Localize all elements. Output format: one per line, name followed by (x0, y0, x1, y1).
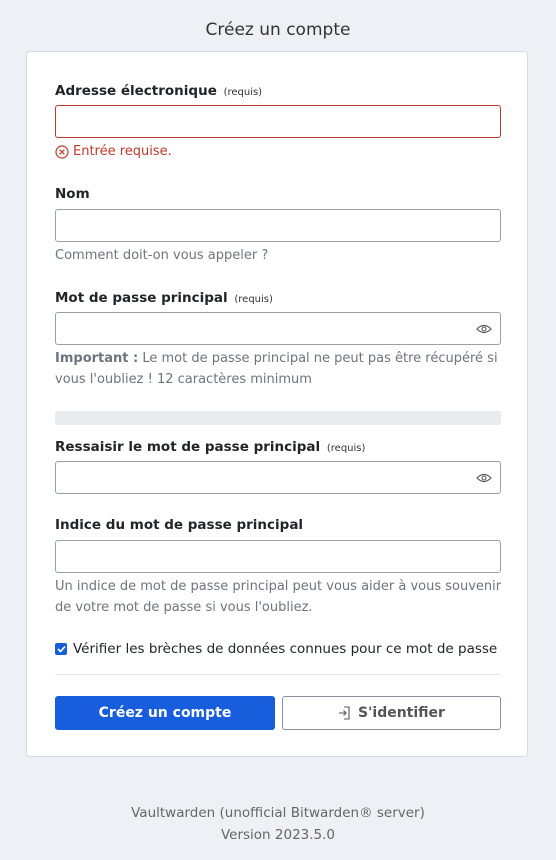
name-input[interactable] (55, 209, 501, 242)
email-label: Adresse électronique (requis) (55, 83, 262, 99)
breach-check-checkbox[interactable] (55, 643, 67, 655)
retype-password-required-note: (requis) (326, 443, 366, 454)
email-required-note: (requis) (223, 87, 263, 98)
login-button[interactable]: S'identifier (282, 696, 501, 730)
master-password-label: Mot de passe principal (requis) (55, 290, 273, 306)
breach-check-label: Vérifier les brèches de données connues … (73, 641, 498, 657)
footer: Vaultwarden (unofficial Bitwarden® serve… (0, 802, 556, 846)
email-input[interactable] (55, 105, 501, 138)
login-button-label: S'identifier (358, 705, 445, 721)
hint-help: Un indice de mot de passe principal peut… (55, 579, 502, 615)
footer-version: Version 2023.5.0 (220, 827, 336, 843)
name-label: Nom (55, 186, 90, 202)
name-label-text: Nom (55, 186, 90, 202)
sign-in-icon (339, 706, 350, 720)
create-account-button[interactable]: Créez un compte (55, 696, 275, 730)
eye-icon (476, 473, 492, 482)
hint-label: Indice du mot de passe principal (55, 517, 303, 533)
hint-input[interactable] (55, 540, 501, 573)
retype-password-label-text: Ressaisir le mot de passe principal (55, 439, 321, 455)
master-password-help: Important : Le mot de passe principal ne… (55, 348, 505, 390)
page-title: Créez un compte (205, 20, 351, 40)
error-circle-icon (55, 144, 69, 159)
master-password-input[interactable] (55, 312, 469, 345)
email-error: Entrée requise. (55, 144, 172, 159)
toggle-master-password-button[interactable] (468, 312, 501, 345)
master-password-help-strong: Important : (55, 351, 139, 366)
register-card: Adresse électronique (requis) Entrée req… (26, 51, 528, 757)
email-error-text: Entrée requise. (73, 144, 172, 159)
toggle-retype-password-button[interactable] (468, 461, 501, 494)
password-strength-meter (55, 411, 501, 425)
footer-product: Vaultwarden (unofficial Bitwarden® serve… (131, 805, 425, 821)
master-password-label-text: Mot de passe principal (55, 290, 228, 306)
hint-label-text: Indice du mot de passe principal (55, 517, 304, 533)
eye-icon (476, 324, 492, 333)
checkmark-icon (56, 645, 66, 653)
email-label-text: Adresse électronique (55, 83, 217, 99)
divider (55, 674, 501, 675)
breach-check-row[interactable]: Vérifier les brèches de données connues … (55, 641, 497, 657)
master-password-required-note: (requis) (234, 294, 273, 305)
retype-password-label: Ressaisir le mot de passe principal (req… (55, 439, 365, 455)
retype-password-input[interactable] (55, 461, 469, 494)
name-help: Comment doit-on vous appeler ? (55, 248, 269, 263)
